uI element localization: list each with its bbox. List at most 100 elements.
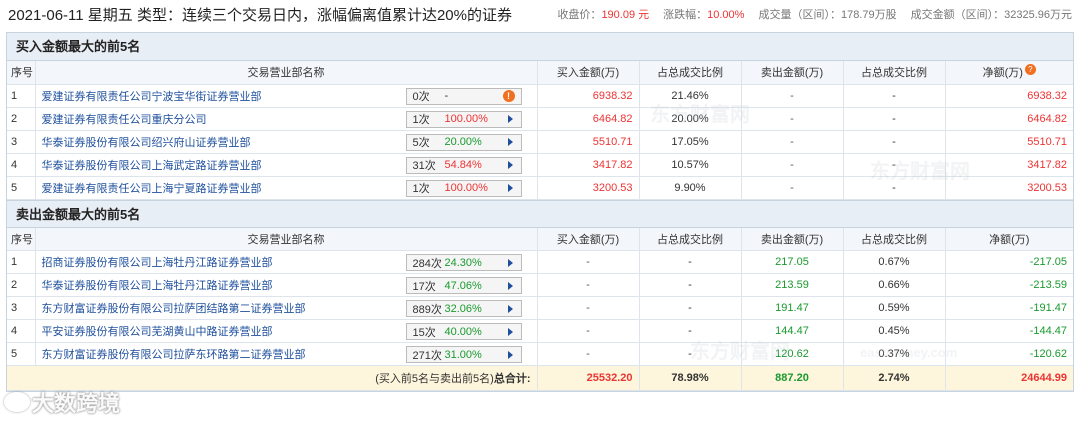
net-amount: -191.47 [945,296,1073,320]
buy-amount: - [537,273,640,297]
branch-name-link[interactable]: 华泰证券股份有限公司绍兴府山证券营业部 [42,137,251,149]
branch-cell: 东方财富证券股份有限公司拉萨团结路第二证券营业部 889次 32.06% [35,296,538,320]
sell-table-header: 序号 交易营业部名称 买入金额(万) 占总成交比例 卖出金额(万) 占总成交比例… [7,227,1073,251]
play-arrow-icon[interactable] [507,258,513,267]
close-price: 收盘价：190.09 元 [557,9,650,21]
table-row: 2 华泰证券股份有限公司上海牡丹江路证券营业部 17次 47.06% - -213.59 0… [7,273,1073,297]
row-index: 2 [7,107,36,131]
row-index: 1 [7,84,36,108]
col-sell-amount: 卖出金额(万) [741,61,844,85]
branch-stat-box[interactable]: 15次 40.00% [405,323,522,340]
count-value: 1次 [412,114,430,126]
branch-stat-box[interactable]: 17次 47.06% [405,277,522,294]
buy-ratio: 17.05% [639,130,742,154]
play-arrow-icon[interactable] [507,161,513,169]
total-buy-ratio: 78.98% [639,365,742,391]
total-sell: 887.20 [741,365,844,391]
rate-value: 100.00% [444,113,488,125]
count-value: 31次 [412,160,436,172]
net-amount: 6938.32 [945,84,1073,108]
branch-cell: 华泰证券股份有限公司绍兴府山证券营业部 5次 20.00% [35,130,538,154]
branch-cell: 爱建证券有限责任公司重庆分公司 1次 100.00% [35,107,538,131]
branch-name-link[interactable]: 招商证券股份有限公司上海牡丹江路证券营业部 [42,257,273,269]
play-arrow-icon[interactable] [507,281,513,290]
branch-cell: 爱建证券有限责任公司宁波宝华街证券营业部 0次 -! [35,84,538,108]
branch-stat-box[interactable]: 889次 32.06% [405,300,522,317]
play-arrow-icon[interactable] [507,327,513,336]
branch-name-link[interactable]: 爱建证券有限责任公司上海宁夏路证券营业部 [42,183,262,195]
col-buy-amount: 买入金额(万) [537,61,640,85]
play-arrow-icon[interactable] [507,115,513,123]
net-amount: 3417.82 [945,153,1073,177]
table-row: 4 华泰证券股份有限公司上海武定路证券营业部 31次 54.84% 3417.82 10.… [7,153,1073,177]
buy-table: 序号 交易营业部名称 买入金额(万) 占总成交比例 卖出金额(万) 占总成交比例… [7,61,1073,200]
branch-name-link[interactable]: 东方财富证券股份有限公司拉萨团结路第二证券营业部 [42,303,306,315]
row-index: 2 [7,273,36,297]
table-row: 1 招商证券股份有限公司上海牡丹江路证券营业部 284次 24.30% - -217.05… [7,250,1073,274]
branch-name-link[interactable]: 华泰证券股份有限公司上海武定路证券营业部 [42,160,262,172]
count-value: 1次 [412,183,430,195]
count-value: 15次 [412,326,436,339]
rate-value: 100.00% [444,182,488,194]
branch-name-link[interactable]: 华泰证券股份有限公司上海牡丹江路证券营业部 [42,280,273,292]
sell-amount: - [741,84,844,108]
count-value: 17次 [412,280,436,293]
col-sell-amount: 卖出金额(万) [741,227,844,251]
col-buy-amount: 买入金额(万) [537,227,640,251]
branch-stat-box[interactable]: 31次 54.84% [405,156,522,174]
total-buy: 25532.20 [537,365,640,391]
buy-section-title: 买入金额最大的前5名 [7,33,1073,61]
branch-name-link[interactable]: 平安证券股份有限公司芜湖黄山中路证券营业部 [42,326,273,338]
count-value: 5次 [412,137,430,149]
row-index: 4 [7,319,36,343]
branch-name-link[interactable]: 爱建证券有限责任公司重庆分公司 [42,114,207,126]
billboard-panel: 买入金额最大的前5名 序号 交易营业部名称 买入金额(万) 占总成交比例 卖出金… [6,32,1074,392]
branch-name-link[interactable]: 东方财富证券股份有限公司拉萨东环路第二证券营业部 [42,349,306,361]
sell-amount: - [741,130,844,154]
branch-cell: 平安证券股份有限公司芜湖黄山中路证券营业部 15次 40.00% [35,319,538,343]
buy-table-header: 序号 交易营业部名称 买入金额(万) 占总成交比例 卖出金额(万) 占总成交比例… [7,61,1073,85]
warning-icon[interactable]: ! [502,90,515,102]
buy-amount: 5510.71 [537,130,640,154]
sell-amount: 217.05 [741,250,844,274]
col-net-amount: 净额(万)? [945,61,1073,85]
table-row: 3 东方财富证券股份有限公司拉萨团结路第二证券营业部 889次 32.06% - -191… [7,296,1073,320]
col-index: 序号 [7,227,36,251]
play-arrow-icon[interactable] [507,350,513,359]
buy-amount: 3200.53 [537,176,640,200]
page-title: 2021-06-11 星期五 类型：连续三个交易日内，涨幅偏离值累计达20%的证… [8,6,512,24]
buy-ratio: 21.46% [639,84,742,108]
col-sell-ratio: 占总成交比例 [843,227,946,251]
rate-value: 20.00% [444,136,482,148]
play-arrow-icon[interactable] [507,304,513,313]
net-amount: 5510.71 [945,130,1073,154]
buy-amount: - [537,296,640,320]
branch-stat-box[interactable]: 1次 100.00% [405,179,522,197]
table-row: 4 平安证券股份有限公司芜湖黄山中路证券营业部 15次 40.00% - -144.47 0… [7,319,1073,343]
branch-stat-box[interactable]: 271次 31.00% [405,346,522,363]
table-row: 2 爱建证券有限责任公司重庆分公司 1次 100.00% 6464.82 20.00% - -… [7,107,1073,131]
sell-amount: 120.62 [741,342,844,366]
sell-ratio: - [843,176,946,200]
row-index: 3 [7,130,36,154]
buy-amount: - [537,342,640,366]
branch-cell: 东方财富证券股份有限公司拉萨东环路第二证券营业部 271次 31.00% [35,342,538,366]
branch-stat-box[interactable]: 1次 100.00% [405,110,522,128]
sell-ratio: - [843,107,946,131]
branch-stat-box[interactable]: 0次 -! [405,87,522,105]
sell-ratio: 0.66% [843,273,946,297]
col-index: 序号 [7,61,36,85]
branch-stat-box[interactable]: 284次 24.30% [405,254,522,271]
sell-section-title: 卖出金额最大的前5名 [7,199,1073,228]
branch-cell: 华泰证券股份有限公司上海牡丹江路证券营业部 17次 47.06% [35,273,538,297]
branch-name-link[interactable]: 爱建证券有限责任公司宁波宝华街证券营业部 [42,91,262,103]
sell-amount: - [741,176,844,200]
question-icon[interactable]: ? [1024,64,1036,76]
branch-stat-box[interactable]: 5次 20.00% [405,133,522,151]
buy-amount: 6464.82 [537,107,640,131]
play-arrow-icon[interactable] [507,138,513,146]
buy-amount: - [537,319,640,343]
row-index: 5 [7,342,36,366]
logo: 大数跨境 [4,386,120,418]
play-arrow-icon[interactable] [507,184,513,192]
